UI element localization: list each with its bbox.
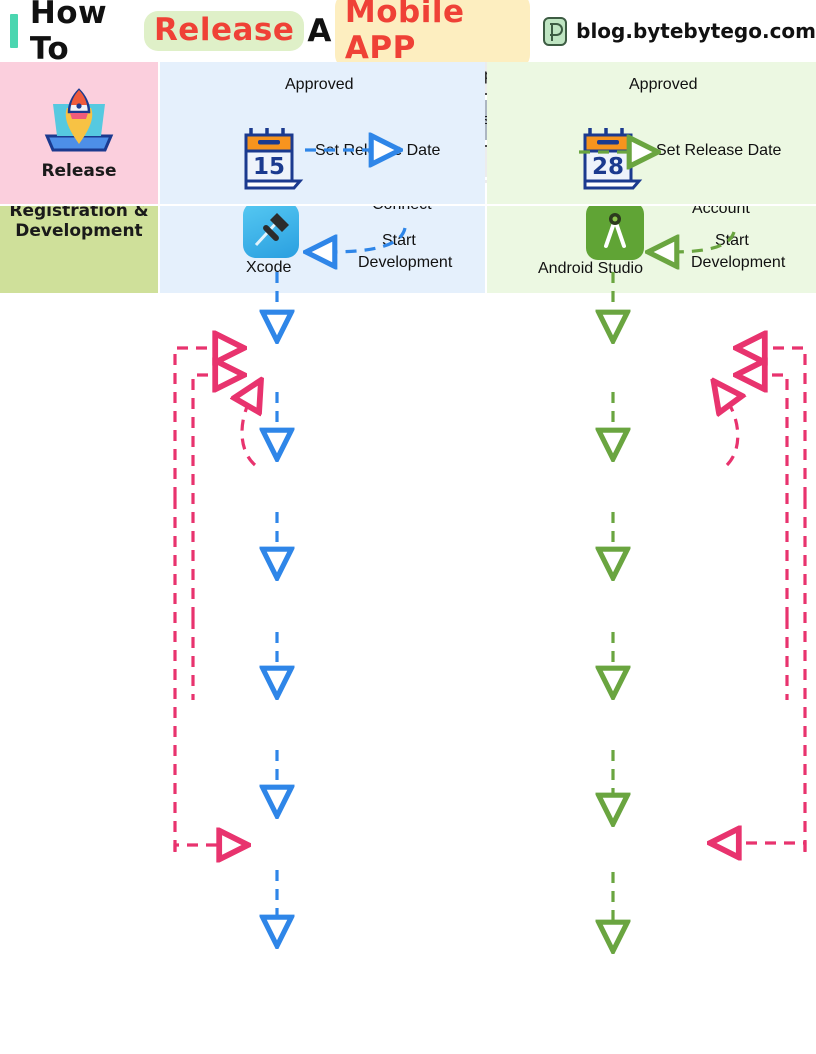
- xcode-hammer-icon[interactable]: [243, 202, 299, 258]
- rocket-launch-icon: [39, 84, 119, 156]
- stage-label-release: Release: [41, 161, 117, 182]
- android-approved-label: Approved: [629, 76, 698, 93]
- ios-approved-label: Approved: [285, 76, 354, 93]
- ios-calendar-day: 15: [253, 154, 285, 180]
- page-title-mobile-app: Mobile APP: [334, 0, 531, 69]
- android-set-release-date-label: Set Release Date: [656, 142, 782, 159]
- android-start-label-1: Start: [715, 232, 749, 249]
- ios-start-label-1: Start: [382, 232, 416, 249]
- hammer-glyph: [254, 213, 289, 247]
- ios-xcode-label: Xcode: [246, 259, 292, 276]
- ios-set-release-date-label: Set Release Date: [315, 142, 441, 159]
- android-start-label-2: Development: [691, 254, 786, 271]
- row-release: Release Approved 15 Set Release Date App…: [0, 62, 816, 206]
- android-studio-label: Android Studio: [538, 260, 643, 277]
- stage-label-line2: Development: [15, 220, 143, 241]
- page-title-a: A: [307, 13, 332, 49]
- stage-release[interactable]: Release: [0, 62, 158, 206]
- ios-start-label-2: Development: [358, 254, 453, 271]
- cell-ios-release: Approved 15 Set Release Date: [160, 62, 485, 206]
- page-title-release: Release: [143, 11, 305, 51]
- page-title-part1: How To: [29, 0, 108, 67]
- bytebytego-logo-icon: [543, 16, 568, 46]
- workflow-grid: </> Registration & Development ios: [0, 62, 816, 1054]
- calendar-icon: 15: [238, 124, 304, 190]
- calendar-icon: 28: [577, 124, 643, 190]
- title-accent-bar: [10, 14, 18, 48]
- cell-android-release: Approved 28 Set Release Date: [487, 62, 816, 206]
- site-url-label: blog.bytebytego.com: [576, 19, 816, 43]
- page-header: How To Release A Mobile APP blog.bytebyt…: [0, 0, 816, 69]
- android-studio-glyph: [604, 213, 626, 248]
- android-studio-icon[interactable]: [586, 202, 644, 260]
- android-calendar-day: 28: [592, 154, 624, 180]
